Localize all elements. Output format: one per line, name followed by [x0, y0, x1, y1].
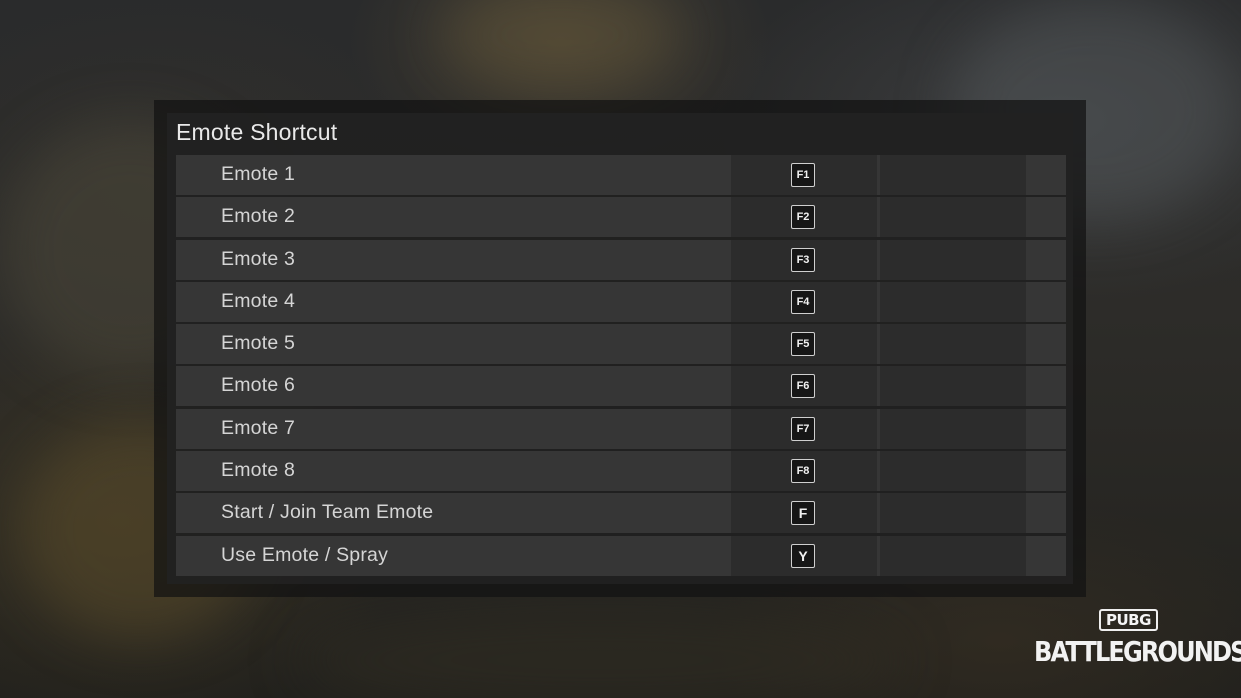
emote-shortcut-panel: Emote Shortcut Emote 1 F1 Emote 2 F2 Emo… — [167, 113, 1073, 584]
shortcut-label: Emote 6 — [221, 374, 296, 397]
keycap: Y — [791, 543, 815, 568]
primary-key-slot[interactable]: F1 — [731, 155, 877, 195]
shortcut-label: Emote 4 — [221, 289, 296, 312]
keycap: F5 — [791, 332, 815, 357]
keycap: F6 — [791, 374, 815, 399]
secondary-key-slot[interactable] — [880, 408, 1026, 449]
shortcut-label: Emote 3 — [221, 247, 296, 270]
secondary-key-slot[interactable] — [880, 239, 1026, 280]
primary-key-slot[interactable]: F4 — [731, 281, 877, 322]
panel-title: Emote Shortcut — [176, 119, 338, 145]
secondary-key-slot[interactable] — [880, 281, 1026, 322]
primary-key-slot[interactable]: F2 — [731, 197, 877, 238]
keycap: F3 — [791, 247, 815, 272]
shortcut-row-emote-7[interactable]: Emote 7 F7 — [176, 408, 1066, 449]
keycap: F7 — [791, 416, 815, 441]
shortcut-row-emote-2[interactable]: Emote 2 F2 — [176, 197, 1066, 238]
primary-key-slot[interactable]: F6 — [731, 366, 877, 407]
shortcut-list: Emote 1 F1 Emote 2 F2 Emote 3 F3 Emote 4… — [176, 155, 1066, 578]
shortcut-label: Use Emote / Spray — [221, 543, 389, 566]
shortcut-label: Emote 5 — [221, 332, 296, 355]
keycap: F2 — [791, 205, 815, 230]
primary-key-slot[interactable]: F3 — [731, 239, 877, 280]
logo-pubg-text: PUBG — [1099, 609, 1158, 631]
primary-key-slot[interactable]: F8 — [731, 451, 877, 492]
shortcut-row-team-emote[interactable]: Start / Join Team Emote F — [176, 493, 1066, 534]
logo-battlegrounds-text: BATTLEGROUNDS — [1034, 635, 1241, 668]
shortcut-row-emote-5[interactable]: Emote 5 F5 — [176, 324, 1066, 365]
secondary-key-slot[interactable] — [880, 155, 1026, 195]
secondary-key-slot[interactable] — [880, 366, 1026, 407]
shortcut-label: Emote 7 — [221, 416, 296, 439]
shortcut-label: Start / Join Team Emote — [221, 501, 434, 524]
secondary-key-slot[interactable] — [880, 197, 1026, 238]
keycap: F1 — [791, 163, 815, 187]
shortcut-row-emote-3[interactable]: Emote 3 F3 — [176, 239, 1066, 280]
primary-key-slot[interactable]: F5 — [731, 324, 877, 365]
shortcut-row-emote-4[interactable]: Emote 4 F4 — [176, 281, 1066, 322]
shortcut-row-emote-1[interactable]: Emote 1 F1 — [176, 155, 1066, 195]
pubg-battlegrounds-logo: PUBG BATTLEGROUNDS — [1030, 606, 1241, 676]
secondary-key-slot[interactable] — [880, 324, 1026, 365]
secondary-key-slot[interactable] — [880, 493, 1026, 534]
shortcut-label: Emote 2 — [221, 205, 296, 228]
keycap: F4 — [791, 289, 815, 314]
primary-key-slot[interactable]: Y — [731, 535, 877, 576]
secondary-key-slot[interactable] — [880, 451, 1026, 492]
shortcut-row-emote-8[interactable]: Emote 8 F8 — [176, 451, 1066, 492]
primary-key-slot[interactable]: F — [731, 493, 877, 534]
background-tree-top — [440, 0, 680, 90]
shortcut-label: Emote 8 — [221, 459, 296, 482]
secondary-key-slot[interactable] — [880, 535, 1026, 576]
keycap: F8 — [791, 459, 815, 484]
keycap: F — [791, 501, 815, 526]
background-ground-bottom — [300, 610, 900, 698]
shortcut-row-emote-6[interactable]: Emote 6 F6 — [176, 366, 1066, 407]
shortcut-row-use-emote-spray[interactable]: Use Emote / Spray Y — [176, 535, 1066, 576]
shortcut-label: Emote 1 — [221, 163, 296, 185]
primary-key-slot[interactable]: F7 — [731, 408, 877, 449]
